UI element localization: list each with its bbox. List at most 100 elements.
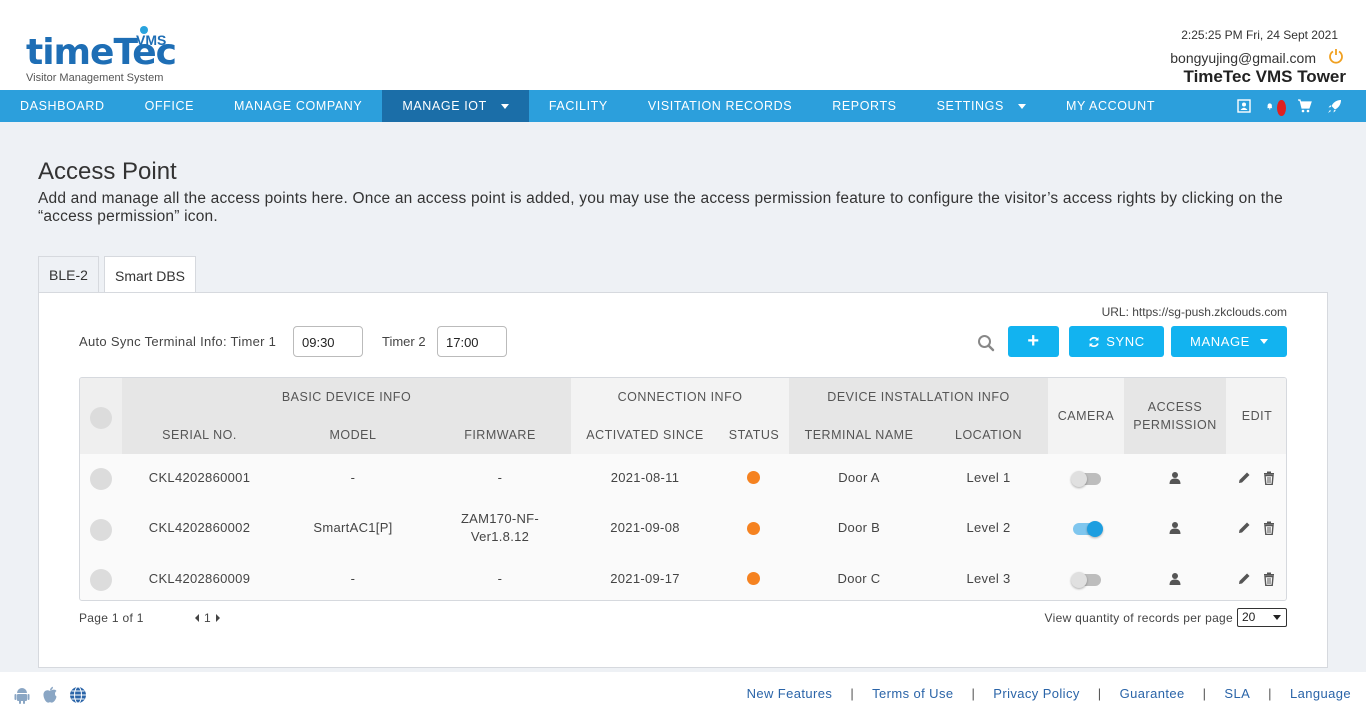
current-page[interactable]: 1 bbox=[204, 611, 211, 625]
tab-ble-2[interactable]: BLE-2 bbox=[38, 256, 99, 293]
per-page-select[interactable]: 20 bbox=[1237, 608, 1287, 627]
pencil-icon[interactable] bbox=[1237, 471, 1251, 485]
cell-serial: CKL4202860001 bbox=[148, 470, 251, 485]
separator: | bbox=[971, 686, 976, 701]
user-icon[interactable] bbox=[1168, 572, 1182, 586]
cell-serial: CKL4202860009 bbox=[148, 571, 251, 586]
access-point-table: BASIC DEVICE INFO CONNECTION INFO DEVICE… bbox=[79, 377, 1287, 601]
cell-model: - bbox=[350, 470, 356, 485]
link-language[interactable]: Language bbox=[1290, 686, 1351, 701]
trash-icon[interactable] bbox=[1262, 572, 1276, 587]
power-icon[interactable] bbox=[1328, 48, 1344, 64]
main-nav: DASHBOARD OFFICE MANAGE COMPANY MANAGE I… bbox=[0, 90, 1366, 122]
cell-activated: 2021-09-08 bbox=[610, 520, 680, 535]
toggle-knob bbox=[1087, 521, 1103, 537]
add-access-point-button[interactable]: + bbox=[1008, 326, 1059, 357]
android-icon[interactable] bbox=[12, 685, 32, 705]
cell-terminal: Door C bbox=[837, 571, 881, 586]
row-select-radio[interactable] bbox=[90, 468, 112, 490]
per-page-label: View quantity of records per page bbox=[1044, 611, 1233, 625]
access-point-panel: URL: https://sg-push.zkclouds.com Auto S… bbox=[38, 292, 1328, 668]
globe-icon[interactable] bbox=[68, 685, 88, 705]
camera-toggle[interactable] bbox=[1071, 471, 1101, 487]
nav-settings[interactable]: SETTINGS bbox=[917, 90, 1046, 122]
page-title: Access Point bbox=[38, 158, 177, 185]
row-select-radio[interactable] bbox=[90, 569, 112, 591]
group-connection-info: CONNECTION INFO bbox=[617, 390, 743, 404]
col-model: MODEL bbox=[329, 428, 377, 442]
header-datetime: 2:25:25 PM Fri, 24 Sept 2021 bbox=[1181, 28, 1338, 42]
rocket-icon[interactable] bbox=[1326, 98, 1342, 114]
logo-tagline: Visitor Management System bbox=[26, 72, 164, 84]
contact-card-icon[interactable] bbox=[1236, 98, 1252, 114]
notification-icon[interactable] bbox=[1266, 98, 1286, 116]
caret-down-icon bbox=[500, 103, 509, 109]
access-header-bg bbox=[1124, 378, 1226, 454]
caret-down-icon bbox=[1273, 615, 1281, 620]
cell-serial: CKL4202860002 bbox=[148, 520, 251, 535]
prev-page-icon[interactable] bbox=[195, 614, 199, 622]
manage-dropdown-button[interactable]: MANAGE bbox=[1171, 326, 1287, 357]
col-firmware: FIRMWARE bbox=[464, 428, 536, 442]
notification-dot bbox=[1277, 100, 1286, 116]
pencil-icon[interactable] bbox=[1237, 572, 1251, 586]
trash-icon[interactable] bbox=[1262, 521, 1276, 536]
col-access-line1: ACCESS bbox=[1147, 400, 1203, 414]
user-icon[interactable] bbox=[1168, 471, 1182, 485]
timer2-label: Timer 2 bbox=[382, 334, 426, 349]
apple-icon[interactable] bbox=[40, 685, 60, 705]
separator: | bbox=[1097, 686, 1102, 701]
nav-dashboard[interactable]: DASHBOARD bbox=[0, 90, 125, 122]
cell-activated: 2021-09-17 bbox=[610, 571, 680, 586]
table-row: CKL4202860002 SmartAC1[P] ZAM170-NF- Ver… bbox=[80, 504, 1286, 554]
cell-terminal: Door B bbox=[837, 520, 881, 535]
nav-reports[interactable]: REPORTS bbox=[812, 90, 916, 122]
caret-down-icon bbox=[1259, 339, 1268, 344]
camera-toggle[interactable] bbox=[1071, 572, 1101, 588]
status-dot bbox=[747, 572, 760, 585]
header: timeTec VMS Visitor Management System 2:… bbox=[0, 0, 1366, 90]
search-icon[interactable] bbox=[977, 334, 995, 352]
col-location: LOCATION bbox=[955, 428, 1022, 442]
link-terms-of-use[interactable]: Terms of Use bbox=[872, 686, 953, 701]
tab-smart-dbs[interactable]: Smart DBS bbox=[104, 256, 197, 294]
timer2-input[interactable]: 17:00 bbox=[437, 326, 507, 357]
next-page-icon[interactable] bbox=[215, 614, 220, 622]
nav-manage-company[interactable]: MANAGE COMPANY bbox=[214, 90, 382, 122]
cell-location: Level 1 bbox=[966, 470, 1011, 485]
pager-nav: 1 bbox=[195, 611, 220, 625]
row-select-radio[interactable] bbox=[90, 519, 112, 541]
nav-facility[interactable]: FACILITY bbox=[529, 90, 628, 122]
col-activated-since: ACTIVATED SINCE bbox=[586, 428, 704, 442]
timer1-input[interactable]: 09:30 bbox=[293, 326, 363, 357]
cell-firmware: - bbox=[497, 470, 503, 485]
app-icons bbox=[12, 685, 88, 705]
sync-button[interactable]: SYNC bbox=[1069, 326, 1164, 357]
col-edit: EDIT bbox=[1241, 409, 1273, 423]
link-new-features[interactable]: New Features bbox=[747, 686, 833, 701]
link-sla[interactable]: SLA bbox=[1224, 686, 1250, 701]
user-icon[interactable] bbox=[1168, 521, 1182, 535]
timetec-logo[interactable]: timeTec VMS Visitor Management System bbox=[26, 26, 177, 88]
caret-down-icon bbox=[1017, 103, 1026, 109]
footer-links: New Features | Terms of Use | Privacy Po… bbox=[747, 686, 1351, 701]
pencil-icon[interactable] bbox=[1237, 521, 1251, 535]
link-privacy-policy[interactable]: Privacy Policy bbox=[993, 686, 1080, 701]
refresh-icon bbox=[1088, 336, 1100, 348]
table-row: CKL4202860001 - - 2021-08-11 Door A Leve… bbox=[80, 454, 1286, 504]
select-all-radio[interactable] bbox=[90, 407, 112, 429]
cell-firmware-line2: Ver1.8.12 bbox=[470, 529, 530, 544]
nav-manage-iot[interactable]: MANAGE IOT bbox=[382, 90, 529, 122]
cart-icon[interactable] bbox=[1296, 98, 1312, 114]
link-guarantee[interactable]: Guarantee bbox=[1120, 686, 1185, 701]
cell-location: Level 2 bbox=[966, 520, 1011, 535]
nav-manage-iot-label: MANAGE IOT bbox=[402, 99, 487, 113]
nav-office[interactable]: OFFICE bbox=[125, 90, 214, 122]
cell-firmware: - bbox=[497, 571, 503, 586]
nav-visitation-records[interactable]: VISITATION RECORDS bbox=[628, 90, 812, 122]
page-description: Add and manage all the access points her… bbox=[38, 190, 1283, 225]
camera-toggle[interactable] bbox=[1073, 521, 1103, 537]
cell-firmware-line1: ZAM170-NF- bbox=[460, 511, 540, 526]
nav-my-account[interactable]: MY ACCOUNT bbox=[1046, 90, 1175, 122]
trash-icon[interactable] bbox=[1262, 471, 1276, 486]
